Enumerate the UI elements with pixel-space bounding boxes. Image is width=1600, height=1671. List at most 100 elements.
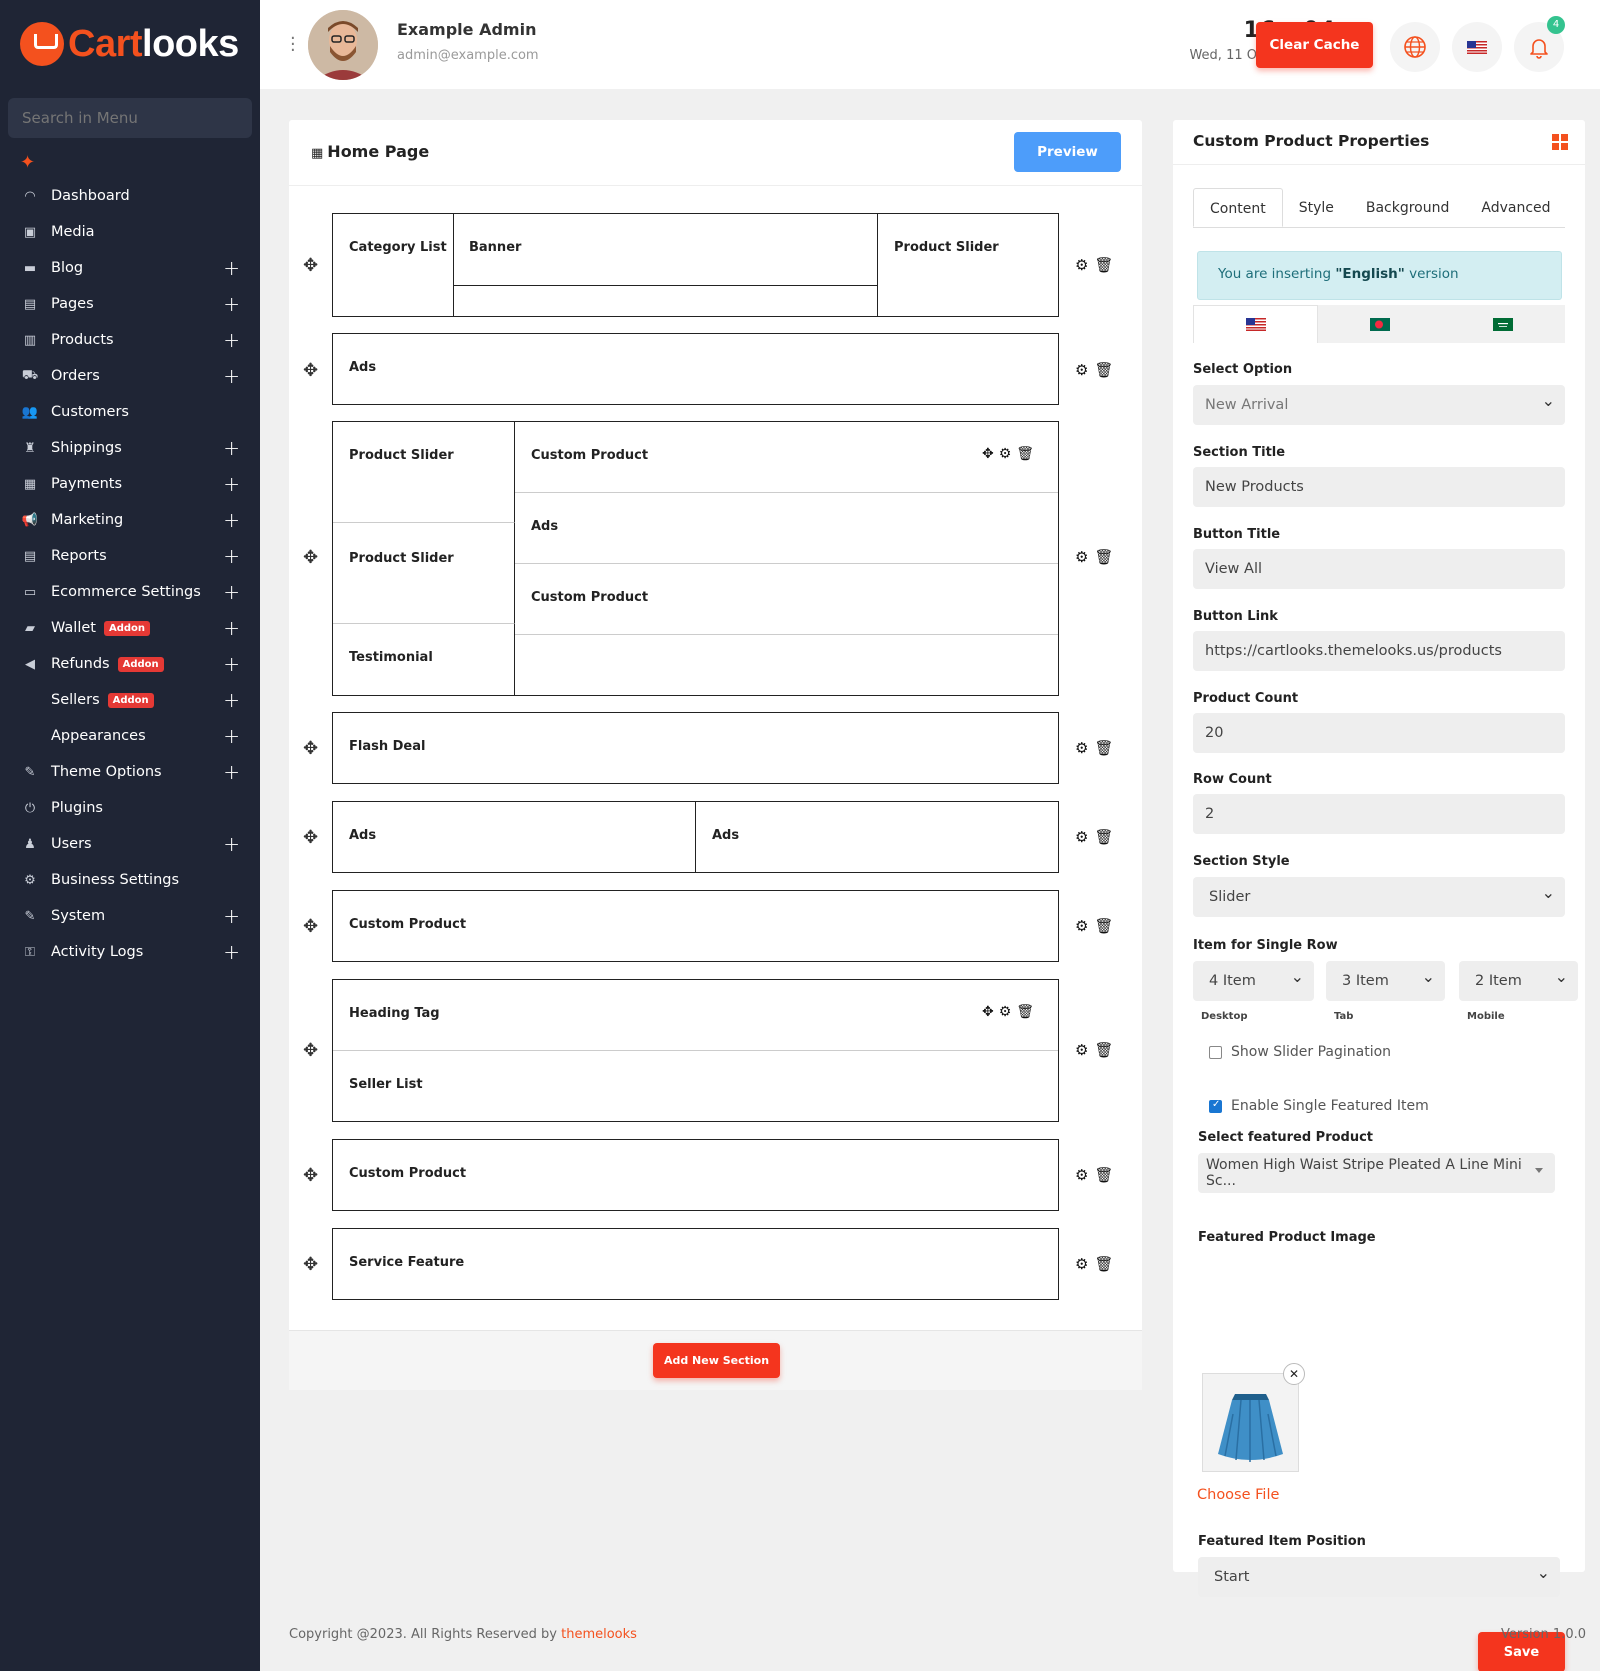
section-row[interactable]: Product Slider Product Slider Testimonia… bbox=[332, 421, 1059, 696]
sidebar-item-blog[interactable]: ▬ Blog + bbox=[0, 250, 260, 286]
section-cell[interactable]: Ads bbox=[515, 493, 1058, 564]
section-cell[interactable]: Product Slider bbox=[333, 422, 515, 523]
expand-plus-icon[interactable]: + bbox=[223, 364, 240, 388]
trash-icon[interactable]: 🗑 bbox=[1094, 548, 1119, 566]
row-count-input[interactable]: 2 bbox=[1193, 794, 1565, 834]
expand-plus-icon[interactable]: + bbox=[223, 472, 240, 496]
trash-icon[interactable]: 🗑 bbox=[1094, 739, 1119, 757]
sidebar-item-users[interactable]: ♟ Users + bbox=[0, 826, 260, 862]
grid-icon[interactable] bbox=[1552, 134, 1568, 150]
expand-plus-icon[interactable]: + bbox=[223, 616, 240, 640]
expand-plus-icon[interactable]: + bbox=[223, 544, 240, 568]
gear-icon[interactable]: ⚙ bbox=[1075, 1166, 1094, 1184]
drag-handle-icon[interactable]: ✥ bbox=[303, 547, 318, 568]
gear-icon[interactable]: ⚙ bbox=[999, 446, 1017, 462]
sidebar-item-theme-options[interactable]: ✎ Theme Options + bbox=[0, 754, 260, 790]
sidebar-item-ecommerce-settings[interactable]: ▭ Ecommerce Settings + bbox=[0, 574, 260, 610]
expand-plus-icon[interactable]: + bbox=[223, 508, 240, 532]
language-flag-button[interactable] bbox=[1452, 22, 1502, 72]
language-tab-arabic[interactable] bbox=[1442, 305, 1565, 343]
section-cell[interactable]: Custom Product bbox=[515, 422, 1058, 493]
drag-handle-icon[interactable]: ✥ bbox=[982, 446, 999, 462]
sidebar-item-appearances[interactable]: Appearances + bbox=[0, 718, 260, 754]
product-count-input[interactable]: 20 bbox=[1193, 713, 1565, 753]
choose-file-link[interactable]: Choose File bbox=[1197, 1487, 1279, 1503]
desktop-items-dropdown[interactable]: 4 Item bbox=[1193, 961, 1314, 1001]
section-cell[interactable]: Custom Product bbox=[515, 564, 1058, 635]
section-row[interactable]: Custom Product bbox=[332, 1139, 1059, 1211]
show-pagination-label[interactable]: Show Slider Pagination bbox=[1231, 1044, 1391, 1060]
trash-icon[interactable]: 🗑 bbox=[1094, 917, 1119, 935]
tab-content[interactable]: Content bbox=[1193, 188, 1283, 227]
sidebar-item-customers[interactable]: 👥 Customers bbox=[0, 394, 260, 430]
section-cell[interactable]: Heading Tag bbox=[333, 980, 1058, 1051]
trash-icon[interactable]: 🗑 bbox=[1094, 361, 1119, 379]
footer-link[interactable]: themelooks bbox=[561, 1627, 637, 1642]
section-row[interactable]: Ads bbox=[332, 333, 1059, 405]
trash-icon[interactable]: 🗑 bbox=[1094, 1166, 1119, 1184]
sidebar-item-orders[interactable]: ⛟ Orders + bbox=[0, 358, 260, 394]
button-link-input[interactable]: https://cartlooks.themelooks.us/products bbox=[1193, 631, 1565, 671]
sidebar-item-payments[interactable]: ▦ Payments + bbox=[0, 466, 260, 502]
expand-plus-icon[interactable]: + bbox=[223, 652, 240, 676]
section-cell[interactable]: Ads bbox=[696, 802, 1058, 872]
clear-cache-button[interactable]: Clear Cache bbox=[1256, 22, 1373, 68]
gear-icon[interactable]: ⚙ bbox=[1075, 1255, 1094, 1273]
mobile-items-dropdown[interactable]: 2 Item bbox=[1459, 961, 1578, 1001]
section-cell[interactable]: Product Slider bbox=[333, 523, 515, 624]
expand-plus-icon[interactable]: + bbox=[223, 580, 240, 604]
trash-icon[interactable]: 🗑 bbox=[1094, 1041, 1119, 1059]
sidebar-item-marketing[interactable]: 📢 Marketing + bbox=[0, 502, 260, 538]
remove-image-button[interactable]: ✕ bbox=[1283, 1363, 1305, 1385]
section-row[interactable]: Flash Deal bbox=[332, 712, 1059, 784]
gear-icon[interactable]: ⚙ bbox=[1075, 1041, 1094, 1059]
section-cell[interactable]: Seller List bbox=[333, 1051, 1058, 1121]
gear-icon[interactable]: ⚙ bbox=[1075, 828, 1094, 846]
drag-handle-icon[interactable]: ✥ bbox=[303, 255, 318, 276]
add-new-section-button[interactable]: Add New Section bbox=[653, 1343, 780, 1378]
gear-icon[interactable]: ⚙ bbox=[1075, 917, 1094, 935]
expand-plus-icon[interactable]: + bbox=[223, 256, 240, 280]
gear-icon[interactable]: ⚙ bbox=[1075, 256, 1094, 274]
section-cell[interactable]: Category List bbox=[333, 214, 454, 316]
gear-icon[interactable]: ⚙ bbox=[1075, 548, 1094, 566]
sidebar-item-sellers[interactable]: Sellers Addon + bbox=[0, 682, 260, 718]
drag-handle-icon[interactable]: ✥ bbox=[303, 1165, 318, 1186]
sidebar-item-business-settings[interactable]: ⚙ Business Settings bbox=[0, 862, 260, 898]
section-cell[interactable]: Banner bbox=[453, 214, 878, 286]
expand-plus-icon[interactable]: + bbox=[223, 688, 240, 712]
section-row[interactable]: Heading Tag ✥⚙🗑 Seller List bbox=[332, 979, 1059, 1122]
featured-product-select[interactable]: Women High Waist Stripe Pleated A Line M… bbox=[1198, 1153, 1555, 1193]
sidebar-item-wallet[interactable]: ▰ Wallet Addon + bbox=[0, 610, 260, 646]
section-row[interactable]: Category List Banner Product Slider bbox=[332, 213, 1059, 317]
trash-icon[interactable]: 🗑 bbox=[1016, 446, 1039, 462]
button-title-input[interactable]: View All bbox=[1193, 549, 1565, 589]
language-tab-bangla[interactable] bbox=[1318, 305, 1441, 343]
sidebar-item-media[interactable]: ▣ Media bbox=[0, 214, 260, 250]
section-row[interactable]: Service Feature bbox=[332, 1228, 1059, 1300]
section-row[interactable]: Ads Ads bbox=[332, 801, 1059, 873]
tab-items-dropdown[interactable]: 3 Item bbox=[1326, 961, 1445, 1001]
gear-icon[interactable]: ⚙ bbox=[1075, 361, 1094, 379]
drag-handle-icon[interactable]: ✥ bbox=[303, 738, 318, 759]
gear-icon[interactable]: ⚙ bbox=[999, 1004, 1017, 1020]
sidebar-item-reports[interactable]: ▤ Reports + bbox=[0, 538, 260, 574]
tab-background[interactable]: Background bbox=[1350, 188, 1466, 227]
brand-logo[interactable]: Cartlooks bbox=[20, 22, 239, 66]
sidebar-item-activity-logs[interactable]: ⚿ Activity Logs + bbox=[0, 934, 260, 970]
section-title-input[interactable]: New Products bbox=[1193, 467, 1565, 507]
sidebar-item-shippings[interactable]: ♜ Shippings + bbox=[0, 430, 260, 466]
language-tab-english[interactable] bbox=[1193, 305, 1319, 343]
sidebar-item-system[interactable]: ✎ System + bbox=[0, 898, 260, 934]
enable-featured-checkbox[interactable] bbox=[1209, 1099, 1222, 1113]
expand-plus-icon[interactable]: + bbox=[223, 292, 240, 316]
section-cell[interactable]: Testimonial bbox=[333, 624, 515, 695]
select-option-dropdown[interactable]: New Arrival bbox=[1193, 385, 1565, 425]
trash-icon[interactable]: 🗑 bbox=[1094, 256, 1119, 274]
gear-icon[interactable]: ⚙ bbox=[1075, 739, 1094, 757]
section-cell[interactable]: Ads bbox=[333, 802, 696, 872]
show-pagination-checkbox[interactable] bbox=[1209, 1046, 1222, 1059]
tab-advanced[interactable]: Advanced bbox=[1465, 188, 1566, 227]
enable-featured-label[interactable]: Enable Single Featured Item bbox=[1231, 1098, 1429, 1114]
trash-icon[interactable]: 🗑 bbox=[1094, 828, 1119, 846]
